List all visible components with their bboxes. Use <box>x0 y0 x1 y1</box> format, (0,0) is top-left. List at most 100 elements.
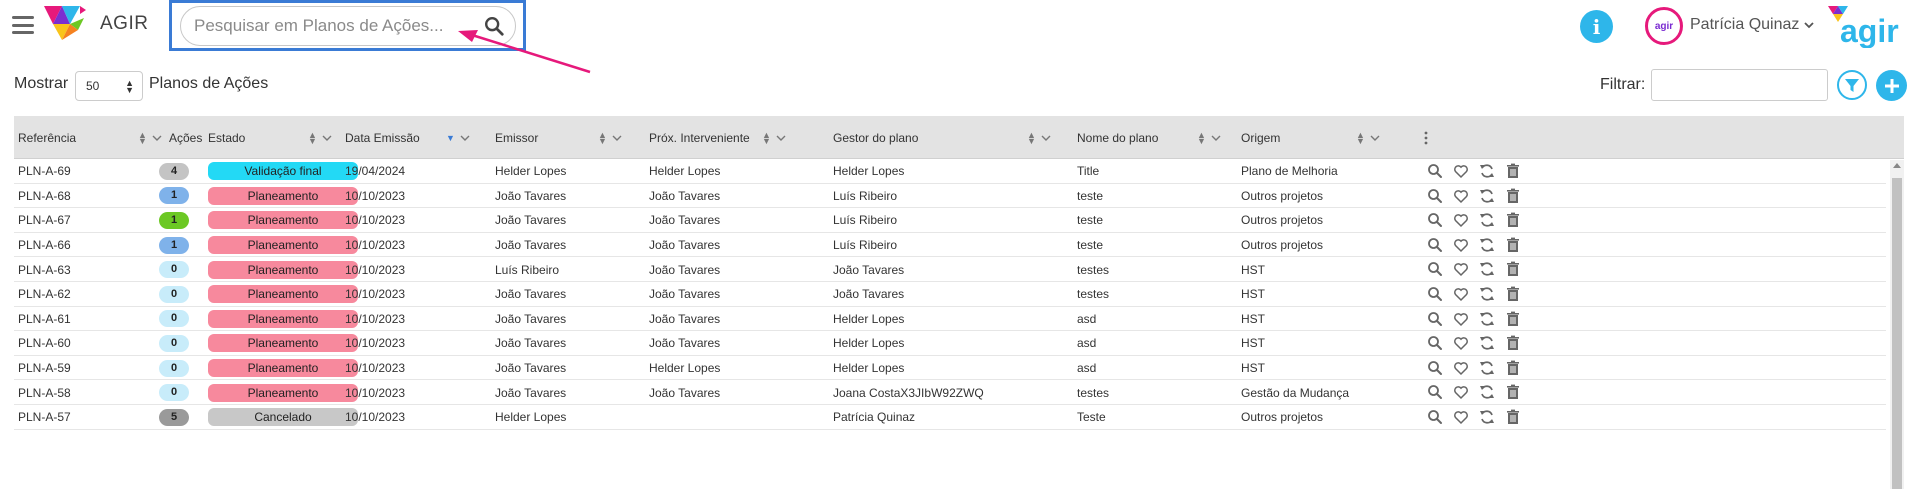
favorite-icon[interactable] <box>1453 286 1469 302</box>
table-row[interactable]: PLN-A-58 0 Planeamento 10/10/2023 João Tavar… <box>14 380 1886 405</box>
refresh-icon[interactable] <box>1479 188 1495 204</box>
chevron-down-icon[interactable] <box>460 133 470 143</box>
view-icon[interactable] <box>1427 261 1443 277</box>
refresh-icon[interactable] <box>1479 212 1495 228</box>
scroll-thumb[interactable] <box>1892 178 1902 489</box>
table-row[interactable]: PLN-A-59 0 Planeamento 10/10/2023 João Tavar… <box>14 355 1886 381</box>
column-header[interactable]: Data Emissão <box>345 116 420 159</box>
sort-control[interactable]: ▲ ▼ <box>1197 116 1221 159</box>
sort-control[interactable]: ▼ <box>446 116 470 159</box>
column-header[interactable]: Ações <box>169 116 202 159</box>
chevron-down-icon[interactable] <box>1370 133 1380 143</box>
table-row[interactable]: PLN-A-69 4 Validação final 19/04/2024 Helder… <box>14 159 1886 184</box>
delete-icon[interactable] <box>1505 261 1521 277</box>
filter-input[interactable] <box>1651 69 1828 101</box>
refresh-icon[interactable] <box>1479 360 1495 376</box>
table-row[interactable]: PLN-A-62 0 Planeamento 10/10/2023 João Tavar… <box>14 282 1886 307</box>
actions-count-badge: 0 <box>159 384 189 402</box>
favorite-icon[interactable] <box>1453 409 1469 425</box>
view-icon[interactable] <box>1427 212 1443 228</box>
table-row[interactable]: PLN-A-63 0 Planeamento 10/10/2023 Luís Ribei… <box>14 257 1886 282</box>
table-row[interactable]: PLN-A-57 5 Cancelado 10/10/2023 Helder Lopes… <box>14 405 1886 430</box>
search-input[interactable] <box>194 16 474 36</box>
table-row[interactable]: PLN-A-66 1 Planeamento 10/10/2023 João Tavar… <box>14 232 1886 258</box>
chevron-down-icon[interactable] <box>776 133 786 143</box>
delete-icon[interactable] <box>1505 286 1521 302</box>
favorite-icon[interactable] <box>1453 163 1469 179</box>
filter-button[interactable] <box>1837 70 1867 100</box>
delete-icon[interactable] <box>1505 409 1521 425</box>
favorite-icon[interactable] <box>1453 212 1469 228</box>
view-icon[interactable] <box>1427 384 1443 400</box>
view-icon[interactable] <box>1427 409 1443 425</box>
favorite-icon[interactable] <box>1453 188 1469 204</box>
chevron-down-icon[interactable] <box>612 133 622 143</box>
delete-icon[interactable] <box>1505 335 1521 351</box>
view-icon[interactable] <box>1427 286 1443 302</box>
view-icon[interactable] <box>1427 311 1443 327</box>
column-menu-icon[interactable] <box>1423 116 1429 159</box>
table-row[interactable]: PLN-A-61 0 Planeamento 10/10/2023 João Tavar… <box>14 306 1886 332</box>
scroll-up-icon[interactable] <box>1893 163 1901 168</box>
refresh-icon[interactable] <box>1479 335 1495 351</box>
cell-text: HST <box>1241 336 1265 351</box>
delete-icon[interactable] <box>1505 188 1521 204</box>
search-box[interactable] <box>180 6 516 46</box>
chevron-down-icon[interactable] <box>1041 133 1051 143</box>
delete-icon[interactable] <box>1505 311 1521 327</box>
column-header[interactable]: Próx. Interveniente <box>649 116 750 159</box>
menu-icon[interactable] <box>12 16 34 34</box>
page-size-select[interactable]: 50 ▲ ▼ <box>75 71 143 101</box>
column-header[interactable]: Nome do plano <box>1077 116 1158 159</box>
search-icon[interactable] <box>483 15 505 37</box>
chevron-down-icon[interactable] <box>152 133 162 143</box>
favorite-icon[interactable] <box>1453 360 1469 376</box>
column-header[interactable]: Estado <box>208 116 245 159</box>
view-icon[interactable] <box>1427 335 1443 351</box>
refresh-icon[interactable] <box>1479 286 1495 302</box>
favorite-icon[interactable] <box>1453 335 1469 351</box>
delete-icon[interactable] <box>1505 212 1521 228</box>
refresh-icon[interactable] <box>1479 311 1495 327</box>
delete-icon[interactable] <box>1505 163 1521 179</box>
table-row[interactable]: PLN-A-60 0 Planeamento 10/10/2023 João Tavar… <box>14 331 1886 356</box>
avatar[interactable]: agir <box>1645 7 1683 45</box>
refresh-icon[interactable] <box>1479 261 1495 277</box>
cell-text: João Tavares <box>649 385 721 400</box>
column-header[interactable]: Gestor do plano <box>833 116 918 159</box>
sort-control[interactable]: ▲ ▼ <box>1027 116 1051 159</box>
chevron-down-icon[interactable] <box>322 133 332 143</box>
info-icon[interactable]: i <box>1580 10 1613 43</box>
favorite-icon[interactable] <box>1453 237 1469 253</box>
user-menu[interactable]: Patrícia Quinaz <box>1690 16 1815 34</box>
favorite-icon[interactable] <box>1453 384 1469 400</box>
sort-control[interactable]: ▲ ▼ <box>762 116 786 159</box>
sort-control[interactable]: ▲ ▼ <box>598 116 622 159</box>
add-plan-button[interactable] <box>1876 70 1907 101</box>
delete-icon[interactable] <box>1505 360 1521 376</box>
favorite-icon[interactable] <box>1453 311 1469 327</box>
refresh-icon[interactable] <box>1479 163 1495 179</box>
sort-control[interactable]: ▲ ▼ <box>138 116 162 159</box>
column-header[interactable]: Emissor <box>495 116 538 159</box>
refresh-icon[interactable] <box>1479 384 1495 400</box>
cell-text: João Tavares <box>495 188 567 203</box>
cell-origin: HST <box>1241 331 1265 356</box>
chevron-down-icon[interactable] <box>1211 133 1221 143</box>
delete-icon[interactable] <box>1505 237 1521 253</box>
column-header[interactable]: Origem <box>1241 116 1280 159</box>
favorite-icon[interactable] <box>1453 261 1469 277</box>
table-scrollbar[interactable] <box>1890 160 1904 489</box>
view-icon[interactable] <box>1427 360 1443 376</box>
refresh-icon[interactable] <box>1479 409 1495 425</box>
view-icon[interactable] <box>1427 188 1443 204</box>
column-header[interactable]: Referência <box>18 116 76 159</box>
sort-control[interactable]: ▲ ▼ <box>1356 116 1380 159</box>
view-icon[interactable] <box>1427 237 1443 253</box>
table-row[interactable]: PLN-A-67 1 Planeamento 10/10/2023 João Tavar… <box>14 208 1886 233</box>
view-icon[interactable] <box>1427 163 1443 179</box>
refresh-icon[interactable] <box>1479 237 1495 253</box>
table-row[interactable]: PLN-A-68 1 Planeamento 10/10/2023 João Tavar… <box>14 183 1886 209</box>
sort-control[interactable]: ▲ ▼ <box>308 116 332 159</box>
delete-icon[interactable] <box>1505 384 1521 400</box>
